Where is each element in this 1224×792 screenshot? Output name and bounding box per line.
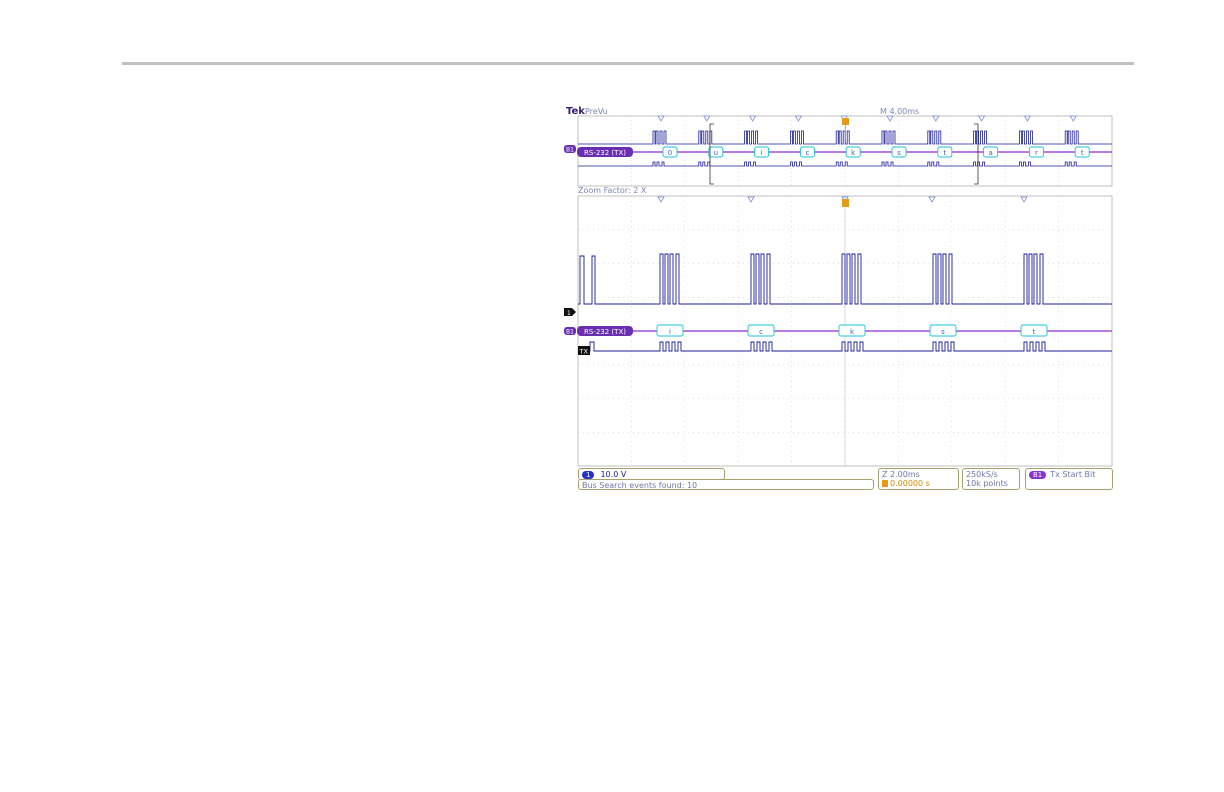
search-marker-icon [748, 115, 757, 122]
overview-decoded-byte: t [943, 149, 946, 157]
overview-decoded-byte: a [988, 149, 992, 157]
search-marker-icon [886, 115, 894, 122]
trigger-readout[interactable]: B1 Tx Start Bit [1025, 468, 1113, 490]
overview-decoded-byte: 0 [668, 149, 672, 157]
search-marker-icon [928, 196, 936, 203]
trigger-marker-icon [842, 118, 849, 125]
search-marker-icon [1069, 115, 1077, 122]
digital-channel-label: TX [579, 348, 589, 356]
search-results-text: Bus Search events found: 10 [582, 481, 698, 490]
zoom-digital-trace [578, 341, 1112, 352]
search-marker-icon [1023, 115, 1032, 122]
oscilloscope-screenshot: 0 u i c k s t a r t B1 RS-232 (TX) 1 i c k s t B1 RS-232 (T… [564, 104, 1116, 490]
overview-decoded-byte: r [1035, 149, 1038, 157]
page-header-rule [122, 62, 1134, 65]
search-marker-icon [657, 196, 665, 203]
acquisition-readout[interactable]: 250kS/s 10k points [962, 468, 1020, 490]
zoom-decoded-byte: s [941, 328, 945, 336]
zoom-analog-trace [578, 253, 1112, 305]
overview-digital-trace [578, 161, 1112, 167]
zoom-decoded-byte: t [1033, 328, 1036, 336]
overview-decoded-byte: t [1081, 149, 1084, 157]
overview-decoded-byte: c [805, 149, 809, 157]
record-length: 10k points [966, 479, 1008, 488]
overview-decoded-byte: i [761, 149, 763, 157]
overview-bus-label: RS-232 (TX) [584, 149, 626, 157]
trigger-source-badge: B1 [1029, 471, 1047, 479]
trigger-type: Tx Start Bit [1050, 470, 1096, 479]
search-marker-icon [747, 196, 755, 203]
search-marker-icon [932, 115, 940, 122]
trigger-marker-icon [882, 480, 888, 487]
channel-badge: 1 [582, 471, 595, 479]
overview-decoded-byte: u [714, 149, 718, 157]
search-results[interactable]: Bus Search events found: 10 [578, 479, 874, 490]
overview-analog-trace [578, 130, 1112, 145]
zoom-bus-label: RS-232 (TX) [584, 328, 626, 336]
zoom-factor-label: Zoom Factor: 2 X [578, 186, 647, 195]
search-marker-icon [794, 115, 803, 122]
trigger-position: 0.00000 s [890, 479, 930, 488]
timebase-readout[interactable]: M 4.00ms [880, 107, 919, 116]
search-marker-icon [1020, 196, 1028, 203]
bus-channel-badge-text: B1 [566, 147, 574, 154]
overview-decoded-byte: s [897, 149, 901, 157]
acquisition-mode: PreVu [585, 107, 608, 116]
search-marker-icon [703, 115, 711, 122]
brand-logo: Tek [566, 106, 585, 117]
zoom-trigger-marker-icon [842, 199, 849, 207]
zoom-decoded-byte: c [759, 328, 763, 336]
volts-per-div: 10.0 V [600, 470, 627, 479]
zoom-decoded-byte: i [669, 328, 671, 336]
scope-display: 0 u i c k s t a r tB1 RS-232 (TX)1i c k s tB1 RS-232 (T… [564, 115, 1113, 467]
sample-rate: 250kS/s [966, 470, 998, 479]
zoom-time-readout[interactable]: Z 2.00ms 0.00000 s [878, 468, 959, 490]
zoom-bus-channel-badge-text: B1 [566, 329, 574, 336]
analog-ground-marker-label: 1 [567, 310, 571, 317]
search-marker-icon [977, 115, 986, 122]
search-marker-icon [657, 115, 665, 122]
zoom-time: Z 2.00ms [882, 470, 920, 479]
